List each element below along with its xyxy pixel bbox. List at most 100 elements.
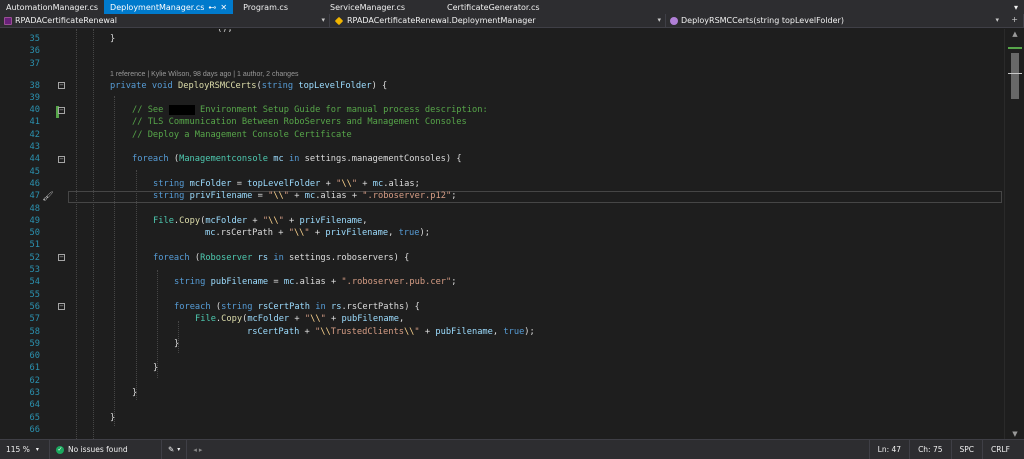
code-line: 44− foreach (Managementconsole mc in sett…: [0, 153, 1005, 165]
line-number: 41: [29, 117, 40, 128]
member-name: DeployRSMCCerts(string topLevelFolder): [681, 16, 844, 25]
line-number: 45: [29, 166, 40, 177]
line-number: 61: [29, 363, 40, 374]
column-indicator[interactable]: Ch: 75: [909, 440, 950, 459]
code-line: 57 File.Copy(mcFolder + "\\" + pubFilenam…: [0, 313, 1005, 325]
line-number: 46: [29, 178, 40, 189]
line-number: 64: [29, 400, 40, 411]
line-number: 48: [29, 203, 40, 214]
whitespace-indicator[interactable]: SPC: [950, 440, 983, 459]
chevron-down-icon: ▾: [35, 446, 39, 453]
column-status: Ch: 75: [918, 445, 943, 454]
collapse-icon[interactable]: −: [58, 155, 65, 163]
navigation-bar: RPADACertificateRenewal ▾ RPADACertifica…: [0, 14, 1024, 28]
issues-indicator[interactable]: ✓ No issues found: [50, 440, 162, 459]
scrollbar-thumb[interactable]: [1011, 53, 1019, 99]
line-number: 50: [29, 228, 40, 239]
code-line: 61}: [0, 362, 1005, 374]
close-icon[interactable]: ✕: [220, 3, 227, 12]
tab-label: AutomationManager.cs: [6, 2, 99, 12]
code-line: 38− private void DeployRSMCCerts(string t…: [0, 80, 1005, 92]
line-number: 57: [29, 314, 40, 325]
line-number: 60: [29, 351, 40, 362]
code-line: 40−// See XXXXX Environment Setup Guide …: [0, 104, 1005, 116]
line-number-status: Ln: 47: [877, 445, 902, 454]
code-lines: (); 35} 36 37 1 reference | Kylie Wilson…: [0, 29, 1024, 439]
line-number: 55: [29, 289, 40, 300]
code-line: 52− foreach (Roboserver rs in settings.ro…: [0, 252, 1005, 264]
scroll-up-icon[interactable]: ▲: [1005, 29, 1024, 39]
code-line: 50 mc.rsCertPath + "\\" + privFilename, t…: [0, 227, 1005, 239]
tab-automation-manager[interactable]: AutomationManager.cs: [0, 0, 104, 14]
code-line: 39: [0, 92, 1005, 104]
line-number: 49: [29, 215, 40, 226]
arrow-right-icon[interactable]: ▸: [199, 446, 203, 454]
code-line: 56− foreach (string rsCertPath in rs.rsCe…: [0, 301, 1005, 313]
code-line: 62: [0, 375, 1005, 387]
line-ending-status: CRLF: [991, 445, 1010, 454]
member-dropdown[interactable]: DeployRSMCCerts(string topLevelFolder) ▾…: [666, 14, 1024, 27]
collapse-icon[interactable]: −: [58, 82, 65, 89]
pin-icon[interactable]: ⊷: [208, 3, 216, 12]
tab-deployment-manager[interactable]: DeploymentManager.cs ⊷ ✕: [104, 0, 234, 14]
code-line: 54 string pubFilename = mc.alias + ".robo…: [0, 276, 1005, 288]
code-editor[interactable]: (); 35} 36 37 1 reference | Kylie Wilson…: [0, 29, 1024, 439]
tab-overflow-dropdown-icon[interactable]: ▾: [1008, 0, 1024, 14]
chevron-down-icon: ▾: [321, 16, 325, 24]
code-line: 35}: [0, 33, 1005, 45]
zoom-dropdown[interactable]: 115 % ▾: [0, 440, 50, 459]
line-number: 40: [29, 105, 40, 116]
line-number: 58: [29, 326, 40, 337]
line-ending-indicator[interactable]: CRLF: [982, 440, 1024, 459]
tab-program[interactable]: Program.cs: [237, 0, 294, 14]
line-number: 63: [29, 388, 40, 398]
line-number: 39: [29, 92, 40, 103]
collapse-icon[interactable]: −: [58, 303, 65, 311]
tab-certificate-generator[interactable]: CertificateGenerator.cs: [441, 0, 546, 14]
line-number: 62: [29, 375, 40, 386]
line-number: 47: [29, 191, 40, 202]
line-number: 35: [29, 34, 40, 44]
quick-actions-icon[interactable]: 🖌: [42, 191, 54, 203]
line-number: 56: [29, 301, 40, 312]
line-number: 65: [29, 412, 40, 423]
scroll-down-icon[interactable]: ▼: [1005, 429, 1024, 439]
code-line: 47 string privFilename = "\\" + mc.alias …: [0, 190, 1005, 202]
type-dropdown[interactable]: RPADACertificateRenewal.DeploymentManage…: [330, 14, 666, 27]
code-line: 65}: [0, 412, 1005, 424]
code-line: 43: [0, 141, 1005, 153]
code-line: 51: [0, 239, 1005, 251]
method-icon: [670, 16, 678, 25]
code-cleanup-dropdown[interactable]: ✎ ▾: [162, 440, 188, 459]
line-number: 52: [29, 252, 40, 263]
split-editor-icon[interactable]: +: [1011, 15, 1018, 24]
tab-service-manager[interactable]: ServiceManager.cs: [324, 0, 411, 14]
code-line: 49 File.Copy(mcFolder + "\\" + privFilena…: [0, 215, 1005, 227]
line-number: 42: [29, 129, 40, 140]
code-line: 63}: [0, 387, 1005, 399]
zoom-level: 115 %: [6, 445, 30, 454]
chevron-down-icon: ▾: [657, 16, 661, 24]
code-line: 60: [0, 350, 1005, 362]
chevron-down-icon: ▾: [177, 446, 181, 453]
collapse-icon[interactable]: −: [58, 106, 65, 114]
line-number: 38: [29, 80, 40, 91]
type-name: RPADACertificateRenewal.DeploymentManage…: [347, 16, 536, 25]
line-number: 53: [29, 265, 40, 275]
code-line: 58 rsCertPath + "\\TrustedClients\\" + pu…: [0, 326, 1005, 338]
vertical-scrollbar[interactable]: ▲ ▼: [1004, 29, 1024, 439]
brush-icon: ✎: [168, 445, 175, 454]
project-name: RPADACertificateRenewal: [15, 16, 118, 25]
scrollbar-caret-marker: [1008, 73, 1022, 74]
line-number: 54: [29, 277, 40, 288]
line-number: 59: [29, 338, 40, 349]
line-indicator[interactable]: Ln: 47: [868, 440, 909, 459]
collapse-icon[interactable]: −: [58, 254, 65, 262]
line-number: 51: [29, 240, 40, 251]
line-number: 43: [29, 142, 40, 152]
project-dropdown[interactable]: RPADACertificateRenewal ▾: [0, 14, 330, 27]
tab-label: DeploymentManager.cs: [110, 2, 205, 12]
navigation-arrows: ◂ ▸: [187, 440, 208, 459]
code-line: 66: [0, 424, 1005, 436]
arrow-left-icon[interactable]: ◂: [193, 446, 197, 454]
